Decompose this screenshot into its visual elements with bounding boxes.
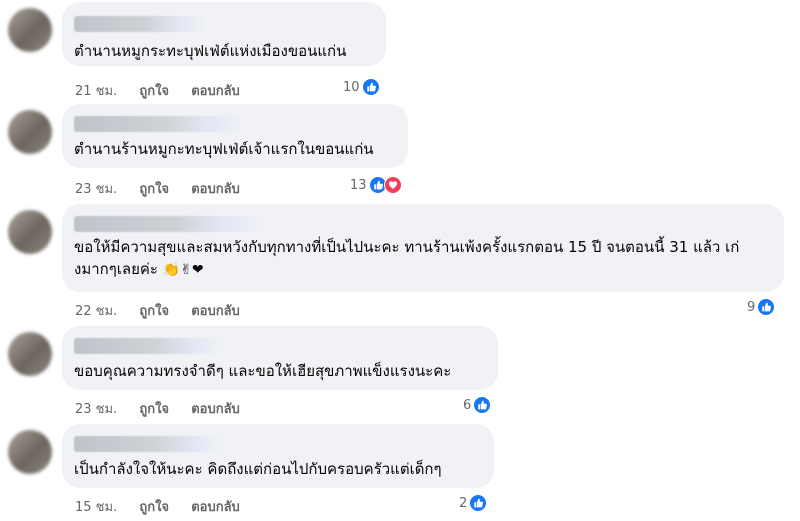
commenter-name-redacted[interactable] (74, 216, 264, 232)
like-icon (757, 298, 776, 316)
comment-bubble: ขอบคุณความทรงจำดีๆ และขอให้เฮียสุขภาพแข็… (62, 326, 498, 390)
like-icon (469, 494, 488, 512)
comment-time[interactable]: 23 ชม. (75, 182, 117, 197)
reaction-count: 13 (350, 177, 367, 193)
like-button[interactable]: ถูกใจ (139, 84, 169, 99)
reaction-summary[interactable]: 13 (350, 176, 402, 194)
like-button[interactable]: ถูกใจ (139, 402, 169, 417)
comment-emojis: 👏✌❤ (162, 262, 204, 278)
comment-bubble: เป็นกำลังใจให้นะคะ คิดถึงแต่ก่อนไปกับครอ… (62, 424, 494, 488)
reply-button[interactable]: ตอบกลับ (191, 402, 240, 417)
avatar[interactable] (8, 210, 52, 254)
comment-time[interactable]: 21 ชม. (75, 84, 117, 99)
reply-button[interactable]: ตอบกลับ (191, 304, 240, 319)
like-button[interactable]: ถูกใจ (139, 500, 169, 515)
comment-actions: 22 ชม. ถูกใจ ตอบกลับ (75, 300, 258, 321)
like-button[interactable]: ถูกใจ (139, 182, 169, 197)
commenter-name-redacted[interactable] (74, 338, 224, 354)
avatar[interactable] (8, 332, 52, 376)
comment-text: เป็นกำลังใจให้นะคะ คิดถึงแต่ก่อนไปกับครอ… (74, 460, 442, 478)
comment-time[interactable]: 15 ชม. (75, 500, 117, 515)
comment-bubble: ตำนานร้านหมูกะทะบุฟเฟ่ต์เจ้าแรกในขอนแก่น (62, 104, 408, 168)
reaction-summary[interactable]: 10 (343, 78, 380, 96)
like-icon (473, 396, 492, 414)
commenter-name-redacted[interactable] (74, 116, 244, 132)
avatar[interactable] (8, 430, 52, 474)
comment-time[interactable]: 23 ชม. (75, 402, 117, 417)
reply-button[interactable]: ตอบกลับ (191, 84, 240, 99)
comment-text: ตำนานหมูกระทะบุฟเฟ่ต์แห่งเมืองขอนแก่น (74, 42, 347, 60)
like-icon (361, 78, 380, 96)
reaction-count: 10 (343, 79, 360, 95)
comment-actions: 15 ชม. ถูกใจ ตอบกลับ (75, 496, 258, 517)
comment-actions: 21 ชม. ถูกใจ ตอบกลับ (75, 80, 258, 101)
comment-text: ขอให้มีความสุขและสมหวังกับทุกทางที่เป็นไ… (74, 236, 774, 281)
reply-button[interactable]: ตอบกลับ (191, 182, 240, 197)
avatar[interactable] (8, 110, 52, 154)
avatar[interactable] (8, 8, 52, 52)
comment-actions: 23 ชม. ถูกใจ ตอบกลับ (75, 178, 258, 199)
comment-text: ขอบคุณความทรงจำดีๆ และขอให้เฮียสุขภาพแข็… (74, 362, 452, 380)
comment-bubble: ตำนานหมูกระทะบุฟเฟ่ต์แห่งเมืองขอนแก่น (62, 2, 386, 66)
comment-time[interactable]: 22 ชม. (75, 304, 117, 319)
reply-button[interactable]: ตอบกลับ (191, 500, 240, 515)
commenter-name-redacted[interactable] (74, 436, 224, 452)
comment-text: ตำนานร้านหมูกะทะบุฟเฟ่ต์เจ้าแรกในขอนแก่น (74, 140, 374, 158)
like-button[interactable]: ถูกใจ (139, 304, 169, 319)
comment-bubble: ขอให้มีความสุขและสมหวังกับทุกทางที่เป็นไ… (62, 204, 784, 292)
reaction-count: 6 (463, 397, 472, 413)
love-icon (383, 176, 402, 194)
commenter-name-redacted[interactable] (74, 16, 208, 32)
reaction-summary[interactable]: 9 (747, 298, 776, 316)
reaction-count: 9 (747, 299, 756, 315)
reaction-summary[interactable]: 2 (459, 494, 488, 512)
reaction-count: 2 (459, 495, 468, 511)
reaction-summary[interactable]: 6 (463, 396, 492, 414)
comment-actions: 23 ชม. ถูกใจ ตอบกลับ (75, 398, 258, 419)
